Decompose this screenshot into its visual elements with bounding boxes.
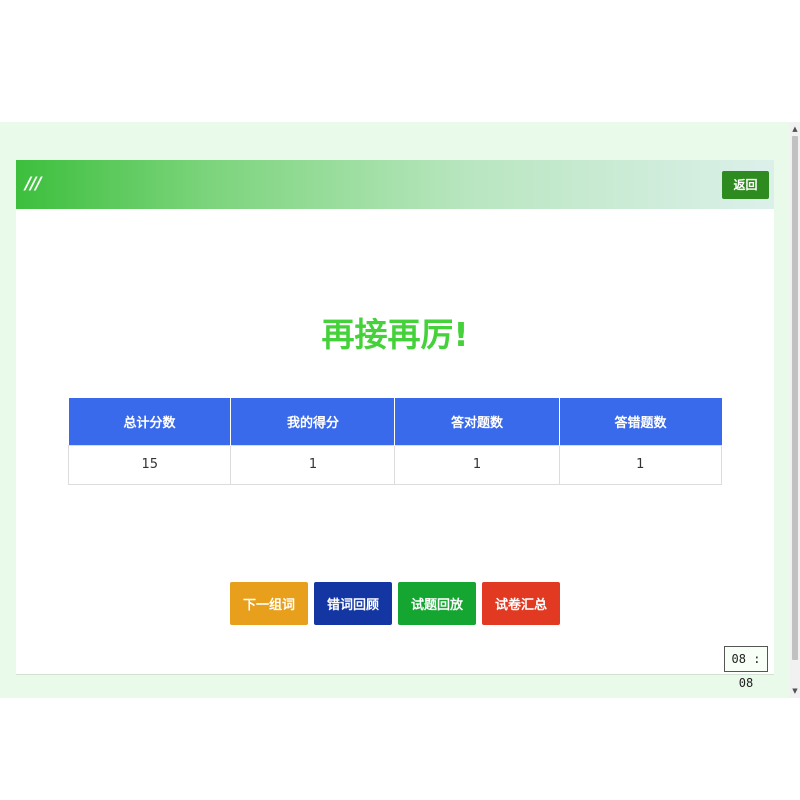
cell-my-score: 1 <box>230 444 396 485</box>
header-wrong-count: 答错题数 <box>559 398 722 445</box>
header-correct-count: 答对题数 <box>394 398 560 445</box>
header-my-score: 我的得分 <box>230 398 396 445</box>
next-group-button[interactable]: 下一组词 <box>229 582 308 625</box>
table-row: 15 1 1 1 <box>67 444 722 485</box>
paper-summary-button[interactable]: 试卷汇总 <box>482 582 561 625</box>
review-wrong-words-button[interactable]: 错词回顾 <box>313 582 392 625</box>
header-total-score: 总计分数 <box>68 398 232 445</box>
result-title: 再接再厉! <box>321 315 469 354</box>
score-table: 总计分数 我的得分 答对题数 答错题数 15 1 1 1 <box>67 398 722 485</box>
replay-questions-button[interactable]: 试题回放 <box>398 582 477 625</box>
menu-icon[interactable]: /// <box>25 174 42 194</box>
cell-wrong-count: 1 <box>558 444 722 485</box>
cell-correct-count: 1 <box>394 444 560 485</box>
back-button[interactable]: 返回 <box>722 171 769 199</box>
app-frame: /// 返回 再接再厉! 总计分数 我的得分 答对题数 答错题数 15 1 1 … <box>0 122 800 698</box>
timer-display: 08 : 08 <box>724 646 768 690</box>
scroll-up-icon[interactable]: ▲ <box>791 124 799 134</box>
scroll-down-icon[interactable]: ▼ <box>791 686 799 696</box>
action-buttons: 下一组词 错词回顾 试题回放 试卷汇总 <box>16 582 774 625</box>
result-panel: /// 返回 再接再厉! 总计分数 我的得分 答对题数 答错题数 15 1 1 … <box>16 160 774 675</box>
vertical-scrollbar[interactable]: ▲ ▼ <box>790 122 800 698</box>
scrollbar-thumb[interactable] <box>792 136 798 660</box>
header-bar: /// 返回 <box>16 160 774 209</box>
cell-total-score: 15 <box>67 444 232 485</box>
table-header-row: 总计分数 我的得分 答对题数 答错题数 <box>68 398 722 445</box>
